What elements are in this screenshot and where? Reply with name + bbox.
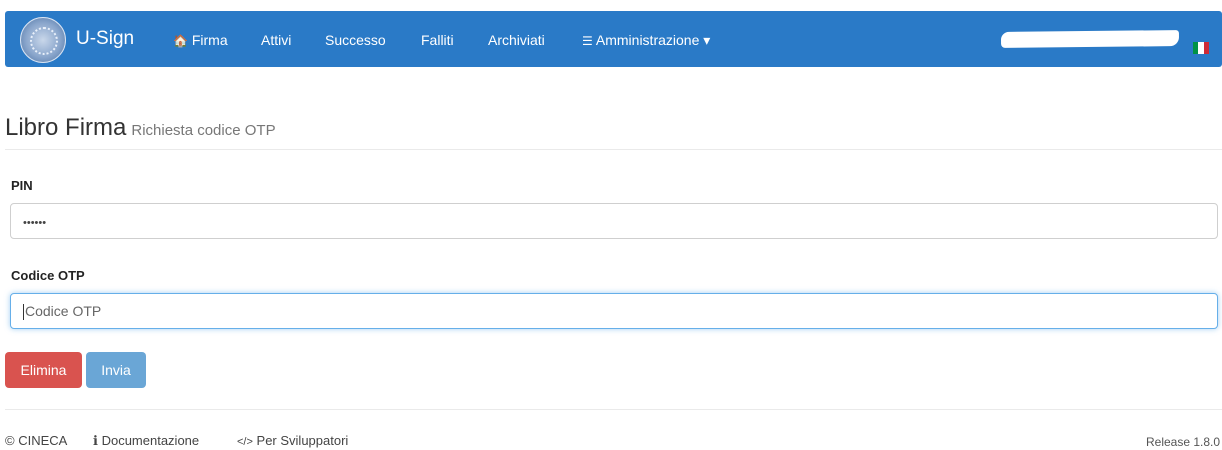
delete-button[interactable]: Elimina — [5, 352, 82, 388]
info-icon: ℹ — [93, 433, 98, 448]
nav-item-archiviati[interactable]: Archiviati — [488, 32, 545, 48]
nav-item-falliti[interactable]: Falliti — [421, 32, 454, 48]
page-title-text: Libro Firma — [5, 114, 127, 141]
code-icon: </> — [237, 436, 253, 448]
top-navbar: U-Sign 🏠 Firma Attivi Successo Falliti A… — [5, 11, 1222, 67]
university-seal-logo[interactable] — [20, 17, 66, 63]
release-version: Release 1.8.0 — [1146, 435, 1221, 449]
flag-stripe-red — [1203, 42, 1209, 54]
pin-label: PIN — [11, 178, 33, 193]
docs-text: Documentazione — [101, 433, 200, 448]
text-caret — [23, 304, 24, 321]
page-subtitle: Richiesta codice OTP — [131, 122, 276, 139]
sliders-icon: ☰ — [582, 34, 593, 48]
devs-text: Per Sviluppatori — [256, 433, 349, 448]
copyright-text: CINECA — [18, 433, 68, 448]
submit-button[interactable]: Invia — [86, 352, 146, 388]
pin-value: •••••• — [23, 217, 47, 229]
brand-name[interactable]: U-Sign — [76, 28, 134, 50]
pin-input[interactable]: •••••• — [10, 203, 1218, 239]
title-divider — [5, 149, 1222, 150]
otp-placeholder: Codice OTP — [25, 303, 102, 319]
home-icon: 🏠 — [173, 34, 188, 48]
user-name-redacted[interactable] — [1000, 30, 1180, 48]
nav-item-label: Firma — [191, 32, 228, 48]
footer-copyright[interactable]: © CINECA — [5, 433, 67, 448]
italian-flag-icon[interactable] — [1193, 42, 1209, 54]
footer-docs-link[interactable]: ℹ Documentazione — [93, 433, 199, 449]
nav-item-label: Amministrazione — [595, 32, 700, 48]
nav-item-amministrazione[interactable]: ☰ Amministrazione ▾ — [582, 32, 710, 49]
nav-item-attivi[interactable]: Attivi — [261, 32, 291, 48]
chevron-down-icon: ▾ — [703, 32, 711, 48]
nav-item-successo[interactable]: Successo — [325, 32, 386, 48]
footer-divider — [5, 409, 1222, 410]
otp-label: Codice OTP — [11, 268, 85, 283]
page-title: Libro Firma Richiesta codice OTP — [5, 114, 276, 142]
footer-devs-link[interactable]: </> Per Sviluppatori — [237, 433, 348, 448]
copyright-icon: © — [5, 433, 15, 448]
nav-item-firma[interactable]: 🏠 Firma — [173, 32, 228, 48]
otp-input[interactable]: Codice OTP — [10, 293, 1218, 329]
